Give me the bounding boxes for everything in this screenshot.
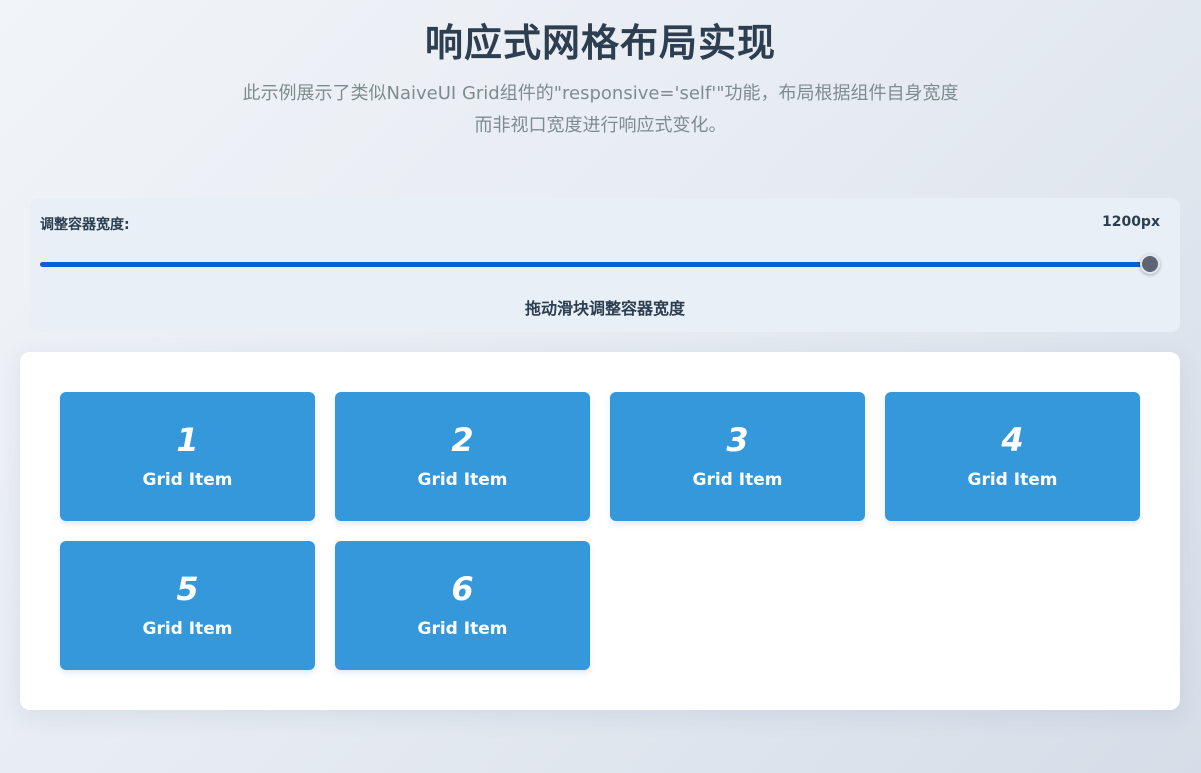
grid-item-number: 6 [451, 570, 474, 608]
grid-item-label: Grid Item [417, 470, 508, 490]
grid-item-number: 2 [451, 421, 474, 459]
width-slider-thumb[interactable] [1140, 254, 1160, 274]
grid-item[interactable]: 4 Grid Item [885, 392, 1140, 521]
page-subtitle: 此示例展示了类似NaiveUI Grid组件的"responsive='self… [242, 83, 959, 136]
grid-item-number: 5 [176, 570, 199, 608]
grid-item[interactable]: 5 Grid Item [60, 541, 315, 670]
width-value: 1200px [1101, 214, 1160, 230]
width-label: 调整容器宽度: [40, 217, 130, 233]
page-title: 响应式网格布局实现 [424, 21, 776, 65]
width-slider-track[interactable] [40, 262, 1150, 267]
page-header: 响应式网格布局实现 此示例展示了类似NaiveUI Grid组件的"respon… [0, 18, 1201, 142]
grid-item-label: Grid Item [692, 470, 783, 490]
grid-container: 1 Grid Item 2 Grid Item 3 Grid Item 4 Gr… [20, 352, 1180, 710]
grid-item-number: 3 [726, 421, 749, 459]
grid-item[interactable]: 1 Grid Item [60, 392, 315, 521]
grid-item-label: Grid Item [142, 470, 233, 490]
grid-item-label: Grid Item [142, 619, 233, 639]
grid-item-label: Grid Item [967, 470, 1058, 490]
responsive-grid: 1 Grid Item 2 Grid Item 3 Grid Item 4 Gr… [60, 392, 1140, 670]
grid-item[interactable]: 6 Grid Item [335, 541, 590, 670]
slider-hint: 拖动滑块调整容器宽度 [524, 299, 685, 318]
grid-item[interactable]: 3 Grid Item [610, 392, 865, 521]
grid-item-label: Grid Item [417, 619, 508, 639]
grid-item-number: 4 [1001, 421, 1024, 459]
width-control-panel: 调整容器宽度: 1200px 拖动滑块调整容器宽度 [30, 198, 1180, 332]
grid-item[interactable]: 2 Grid Item [335, 392, 590, 521]
grid-item-number: 1 [176, 421, 199, 459]
